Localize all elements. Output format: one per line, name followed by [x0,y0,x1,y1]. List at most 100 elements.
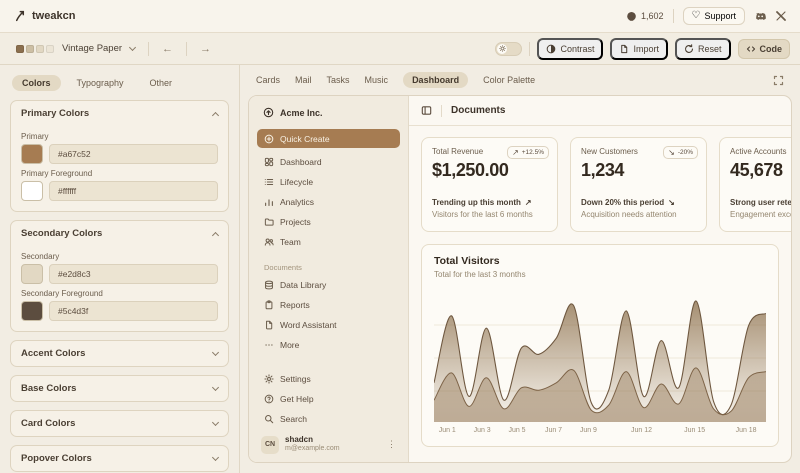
chevron-down-icon [212,454,219,461]
tab-music[interactable]: Music [365,75,389,85]
layout-dashboard-icon [264,157,274,167]
section-header[interactable]: Accent Colors [11,341,228,366]
tab-mail[interactable]: Mail [295,75,312,85]
sidebar-item-word-assistant[interactable]: Word Assistant [257,315,400,335]
sidebar-item-data-library[interactable]: Data Library [257,275,400,295]
fullscreen-button[interactable] [773,75,784,86]
users-icon [264,237,274,247]
chevron-down-icon [129,44,136,51]
brand-name: tweakcn [32,10,75,22]
discord-link[interactable] [754,11,767,22]
sidebar-item-analytics[interactable]: Analytics [257,192,400,212]
section-title: Card Colors [21,418,75,429]
tab-typography[interactable]: Typography [67,75,134,91]
color-input-primary[interactable] [49,144,218,164]
section-header[interactable]: Popover Colors [11,446,228,471]
section-header[interactable]: Base Colors [11,376,228,401]
sidebar-item-team[interactable]: Team [257,232,400,252]
color-input-secondary-foreground[interactable] [49,301,218,321]
sidebar-item-get-help[interactable]: Get Help [257,389,400,409]
x-twitter-link[interactable] [776,11,786,21]
theme-selector[interactable]: Vintage Paper [10,40,141,57]
chart-subtitle: Total for the last 3 months [434,270,766,279]
stat-value: 1,234 [581,160,696,181]
theme-swatch-group [16,45,54,53]
sidebar-item-more[interactable]: More [257,335,400,355]
color-input-primary-foreground[interactable] [49,181,218,201]
avatar: CN [261,436,279,454]
chevron-down-icon [212,349,219,356]
list-icon [264,177,274,187]
fullscreen-icon [773,75,784,86]
tab-other[interactable]: Other [140,75,183,91]
contrast-label: Contrast [560,44,594,54]
reset-button[interactable]: Reset [675,38,731,60]
tab-tasks[interactable]: Tasks [327,75,350,85]
dashboard-content: Documents Total Revenue ↗ +12.5% $1,250.… [409,96,791,462]
user-email: m@example.com [285,445,381,454]
content-header: Documents [409,96,791,126]
color-input-secondary[interactable] [49,264,218,284]
github-icon [626,11,637,22]
tab-dashboard[interactable]: Dashboard [403,72,468,88]
import-label: Import [633,44,659,54]
trend-badge: ↗ +12.5% [507,146,549,159]
trend-up-icon: ↗ [512,148,519,157]
company-name: Acme Inc. [280,108,323,118]
divider [673,9,674,23]
color-swatch-primary-foreground[interactable] [21,181,43,201]
section-header[interactable]: Primary Colors [11,101,228,126]
panel-left-toggle-icon[interactable] [421,105,432,116]
sidebar-item-search[interactable]: Search [257,409,400,429]
sidebar-item-label: Settings [280,374,311,384]
undo-button[interactable]: ← [156,41,179,57]
color-swatch-secondary[interactable] [21,264,43,284]
user-menu[interactable]: CN shadcn m@example.com ⋮ [257,429,400,454]
sidebar-item-dashboard[interactable]: Dashboard [257,152,400,172]
sidebar-item-label: Data Library [280,280,326,290]
code-button[interactable]: Code [738,39,791,59]
area-chart-svg [434,292,766,422]
tab-colors[interactable]: Colors [12,75,61,91]
total-visitors-chart [434,292,766,422]
code-icon [746,44,756,54]
chevron-down-icon [212,419,219,426]
section-header[interactable]: Card Colors [11,411,228,436]
section-title: Base Colors [21,383,76,394]
theme-mode-toggle[interactable] [495,42,522,56]
app-header: tweakcn 1,602 ♡ Support [0,0,800,33]
section-base-colors: Base Colors [10,375,229,402]
import-button[interactable]: Import [610,38,668,60]
quick-create-button[interactable]: Quick Create [257,129,400,148]
github-star-count: 1,602 [641,11,664,21]
chart-bar-icon [264,197,274,207]
user-name: shadcn [285,435,381,445]
theme-swatch-1 [16,45,24,53]
tab-color-palette[interactable]: Color Palette [483,75,535,85]
stat-card-active-accounts: Active Accounts ↗ +12.5% 45,678 Strong u… [719,137,791,232]
redo-button[interactable]: → [194,41,217,57]
preview-tabs: Cards Mail Tasks Music Dashboard Color P… [240,65,800,95]
github-stars-button[interactable]: 1,602 [626,11,664,22]
sidebar-item-reports[interactable]: Reports [257,295,400,315]
sidebar-item-lifecycle[interactable]: Lifecycle [257,172,400,192]
page-title: Documents [451,105,505,116]
section-header[interactable]: Secondary Colors [11,221,228,246]
x-tick-label: Jun 7 [545,427,562,434]
color-swatch-secondary-foreground[interactable] [21,301,43,321]
field-label: Secondary Foreground [21,289,218,298]
sidebar-item-projects[interactable]: Projects [257,212,400,232]
company-switcher[interactable]: Acme Inc. [257,105,400,120]
ellipsis-vertical-icon: ⋮ [387,439,396,450]
sidebar-item-label: Dashboard [280,157,322,167]
sidebar-item-settings[interactable]: Settings [257,369,400,389]
contrast-button[interactable]: Contrast [537,38,603,60]
field-label: Secondary [21,252,218,261]
section-title: Primary Colors [21,108,89,119]
brand[interactable]: tweakcn [14,10,75,22]
support-button[interactable]: ♡ Support [683,7,746,25]
stat-line1: Down 20% this period ↘ [581,198,696,207]
file-icon [264,320,274,330]
color-swatch-primary[interactable] [21,144,43,164]
tab-cards[interactable]: Cards [256,75,280,85]
